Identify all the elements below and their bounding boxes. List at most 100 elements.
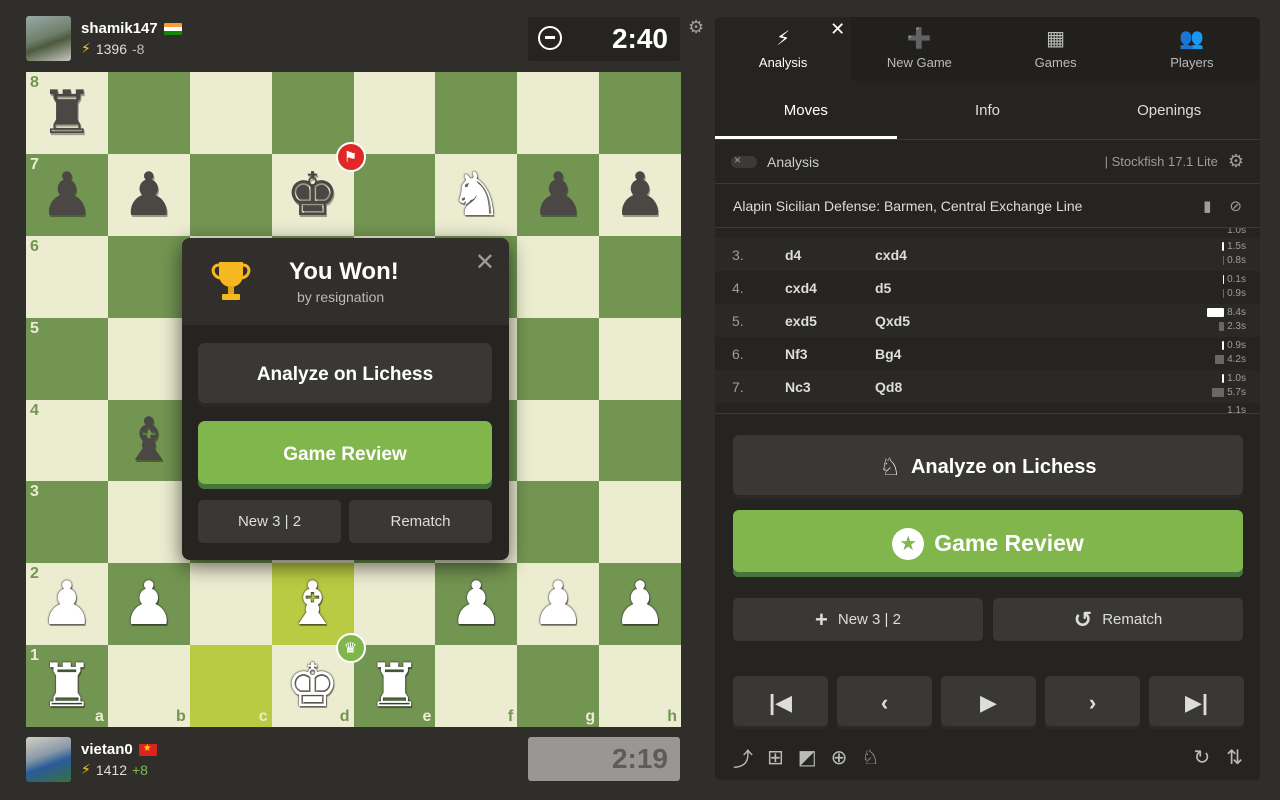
play-button[interactable]: ▶ bbox=[941, 676, 1036, 729]
white-rook-icon[interactable]: ♜ bbox=[368, 656, 422, 716]
square-e8[interactable] bbox=[353, 72, 436, 154]
close-icon[interactable]: ✕ bbox=[830, 19, 845, 40]
white-pawn-icon[interactable]: ♟ bbox=[122, 574, 176, 634]
square-c1[interactable]: c bbox=[189, 645, 272, 727]
next-move-button[interactable]: › bbox=[1045, 676, 1140, 729]
modal-game-review-button[interactable]: Game Review bbox=[198, 421, 492, 489]
subtab-openings[interactable]: Openings bbox=[1078, 81, 1260, 139]
board-settings-gear-icon[interactable]: ⚙ bbox=[688, 17, 704, 38]
black-rook-icon[interactable]: ♜ bbox=[40, 83, 94, 143]
square-f8[interactable] bbox=[435, 72, 518, 154]
white-rook-icon[interactable]: ♜ bbox=[40, 656, 94, 716]
black-move[interactable]: cxd4 bbox=[875, 247, 975, 263]
square-g5[interactable] bbox=[517, 317, 600, 400]
add-board-icon[interactable]: ⊞ bbox=[767, 745, 784, 770]
white-move[interactable]: Nf3 bbox=[767, 346, 875, 362]
square-d7[interactable]: ♚ ⚑ bbox=[271, 141, 366, 236]
last-move-button[interactable]: ▶| bbox=[1149, 676, 1244, 729]
square-d1[interactable]: d ♚ ♛ bbox=[271, 633, 366, 727]
square-e7[interactable] bbox=[353, 153, 436, 236]
square-c2[interactable] bbox=[189, 563, 272, 646]
square-h8[interactable] bbox=[599, 72, 681, 154]
close-icon[interactable]: ✕ bbox=[475, 248, 495, 277]
white-bishop-icon[interactable]: ♝ bbox=[286, 574, 340, 634]
square-h2[interactable]: ♟ bbox=[599, 563, 681, 646]
rematch-button[interactable]: ↺ Rematch bbox=[993, 598, 1243, 641]
square-f7[interactable]: ♞ bbox=[435, 153, 518, 236]
square-g7[interactable]: ♟ bbox=[517, 153, 600, 236]
square-h1[interactable]: h bbox=[599, 645, 681, 727]
square-a2[interactable]: 2 ♟ bbox=[26, 563, 108, 646]
board-editor-icon[interactable]: ◩ bbox=[798, 745, 817, 770]
black-king-icon[interactable]: ♚ bbox=[286, 165, 340, 225]
first-move-button[interactable]: |◀ bbox=[733, 676, 828, 729]
square-a8[interactable]: 8 ♜ bbox=[26, 72, 108, 154]
white-knight-icon[interactable]: ♞ bbox=[449, 165, 503, 225]
square-g8[interactable] bbox=[517, 72, 600, 154]
book-icon[interactable]: ▮ bbox=[1203, 197, 1211, 215]
tab-analysis[interactable]: ⚡ Analysis ✕ bbox=[715, 17, 852, 81]
square-a3[interactable]: 3 bbox=[26, 481, 108, 564]
analysis-zoom-icon[interactable]: ⊕ bbox=[831, 745, 848, 770]
subtab-moves[interactable]: Moves bbox=[715, 81, 897, 139]
square-h6[interactable] bbox=[599, 235, 681, 318]
white-move[interactable]: cxd4 bbox=[767, 280, 875, 296]
square-a4[interactable]: 4 bbox=[26, 399, 108, 482]
bottom-player-avatar[interactable] bbox=[26, 737, 71, 782]
black-move[interactable]: Bg4 bbox=[875, 346, 975, 362]
black-bishop-icon[interactable]: ♝ bbox=[122, 410, 176, 470]
refresh-icon[interactable]: ↻ bbox=[1193, 745, 1210, 770]
subtab-info[interactable]: Info bbox=[897, 81, 1079, 139]
square-g3[interactable] bbox=[517, 481, 600, 564]
previous-move-button[interactable]: ‹ bbox=[837, 676, 932, 729]
square-h5[interactable] bbox=[599, 317, 681, 400]
black-move[interactable]: d5 bbox=[875, 280, 975, 296]
move-list[interactable]: 1.0s 3. d4 cxd4 1.5s 0.8s 4. cxd4 d5 0.1s… bbox=[715, 228, 1260, 414]
white-move[interactable]: d4 bbox=[767, 247, 875, 263]
square-a1[interactable]: 1 a ♜ bbox=[26, 645, 108, 727]
black-move[interactable]: Qd8 bbox=[875, 379, 975, 395]
square-h7[interactable]: ♟ bbox=[599, 153, 681, 236]
square-a7[interactable]: 7 ♟ bbox=[26, 153, 108, 236]
black-pawn-icon[interactable]: ♟ bbox=[613, 165, 667, 225]
top-player-avatar[interactable] bbox=[26, 16, 71, 61]
square-b7[interactable]: ♟ bbox=[107, 153, 190, 236]
black-move[interactable]: Qxd5 bbox=[875, 313, 975, 329]
tab-players[interactable]: 👥 Players bbox=[1124, 17, 1260, 81]
square-b5[interactable] bbox=[107, 317, 190, 400]
square-e2[interactable] bbox=[353, 563, 436, 646]
tab-games[interactable]: ▦ Games bbox=[988, 17, 1124, 81]
compass-icon[interactable]: ⊘ bbox=[1229, 197, 1242, 215]
square-b3[interactable] bbox=[107, 481, 190, 564]
square-e1[interactable]: e ♜ bbox=[353, 645, 436, 727]
black-pawn-icon[interactable]: ♟ bbox=[40, 165, 94, 225]
square-g1[interactable]: g bbox=[517, 645, 600, 727]
flip-board-icon[interactable]: ⇅ bbox=[1226, 745, 1243, 770]
analysis-toggle[interactable] bbox=[731, 153, 757, 168]
modal-new-game-button[interactable]: New 3 | 2 bbox=[198, 500, 341, 543]
top-player-name[interactable]: shamik147 bbox=[81, 20, 158, 37]
square-b4[interactable]: ♝ bbox=[107, 399, 190, 482]
analyze-lichess-button[interactable]: ♘ Analyze on Lichess bbox=[733, 435, 1243, 499]
modal-analyze-lichess-button[interactable]: Analyze on Lichess bbox=[198, 343, 492, 407]
engine-settings-gear-icon[interactable]: ⚙ bbox=[1228, 151, 1244, 172]
black-pawn-icon[interactable]: ♟ bbox=[122, 165, 176, 225]
square-b2[interactable]: ♟ bbox=[107, 563, 190, 646]
white-king-icon[interactable]: ♚ bbox=[286, 656, 340, 716]
square-c8[interactable] bbox=[189, 72, 272, 154]
square-g4[interactable] bbox=[517, 399, 600, 482]
square-h4[interactable] bbox=[599, 399, 681, 482]
square-d2[interactable]: ♝ bbox=[271, 563, 354, 646]
share-icon[interactable]: ⤴ bbox=[733, 743, 753, 772]
tab-new-game[interactable]: ➕ New Game bbox=[851, 17, 987, 81]
square-f1[interactable]: f bbox=[435, 645, 518, 727]
white-pawn-icon[interactable]: ♟ bbox=[449, 574, 503, 634]
square-d8[interactable] bbox=[271, 72, 354, 154]
square-b1[interactable]: b bbox=[107, 645, 190, 727]
black-pawn-icon[interactable]: ♟ bbox=[531, 165, 585, 225]
white-pawn-icon[interactable]: ♟ bbox=[40, 574, 94, 634]
square-c7[interactable] bbox=[189, 153, 272, 236]
square-h3[interactable] bbox=[599, 481, 681, 564]
square-g2[interactable]: ♟ bbox=[517, 563, 600, 646]
white-pawn-icon[interactable]: ♟ bbox=[531, 574, 585, 634]
